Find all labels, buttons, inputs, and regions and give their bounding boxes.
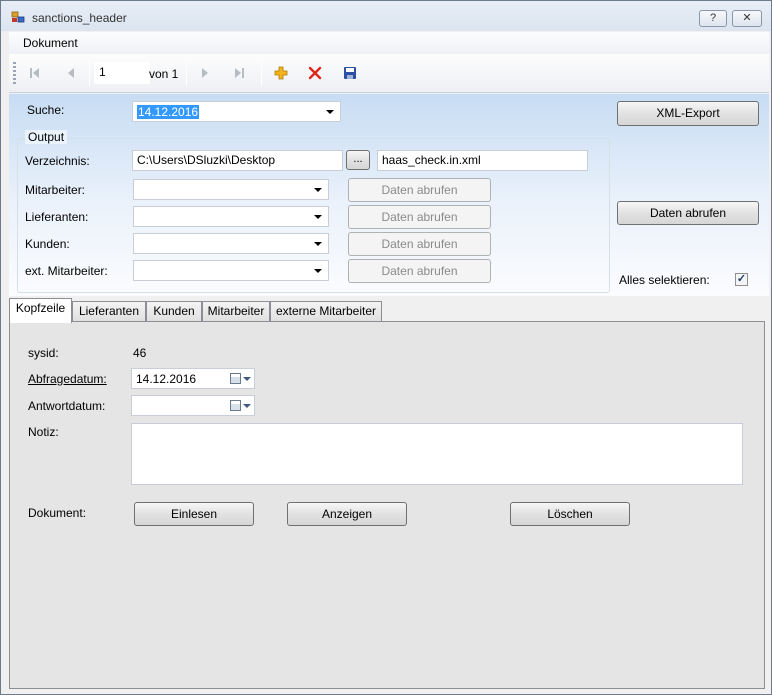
search-combobox[interactable]: 14.12.2016 (132, 101, 341, 122)
chevron-down-icon[interactable] (314, 269, 322, 273)
suppliers-combobox[interactable] (133, 206, 329, 227)
toolbar-separator (89, 60, 90, 86)
query-date-label: Abfragedatum: (28, 372, 107, 386)
answer-date-label: Antwortdatum: (28, 399, 106, 413)
toolbar-separator (186, 60, 187, 86)
count-label: von 1 (149, 67, 179, 81)
binding-navigator: 1 von 1 (9, 54, 769, 93)
search-label: Suche: (27, 103, 65, 117)
save-icon[interactable] (342, 65, 358, 81)
calendar-icon[interactable] (230, 400, 241, 411)
select-all-label: Alles selektieren: (619, 273, 710, 287)
chevron-down-icon[interactable] (314, 215, 322, 219)
chevron-down-icon[interactable] (314, 242, 322, 246)
customers-label: Kunden: (25, 237, 70, 251)
move-first-icon[interactable] (27, 65, 43, 81)
tab-externe-mitarbeiter[interactable]: externe Mitarbeiter (270, 301, 382, 322)
tab-page-kopfzeile: sysid: 46 Abfragedatum: 14.12.2016 Antwo… (9, 321, 765, 689)
fetch-external-employees-button[interactable]: Daten abrufen (348, 259, 491, 283)
output-group-legend: Output (25, 130, 68, 144)
menu-bar: Dokument (9, 32, 769, 54)
chevron-down-icon[interactable] (243, 377, 251, 381)
read-in-button[interactable]: Einlesen (134, 502, 254, 526)
query-date-picker[interactable]: 14.12.2016 (131, 368, 255, 389)
move-previous-icon[interactable] (63, 65, 79, 81)
window-title: sanctions_header (32, 11, 127, 25)
fetch-customers-button[interactable]: Daten abrufen (348, 232, 491, 256)
app-icon (11, 11, 25, 23)
main-window: sanctions_header ? ✕ Dokument 1 von 1 Su… (0, 0, 772, 695)
show-button[interactable]: Anzeigen (287, 502, 407, 526)
add-new-icon[interactable] (273, 65, 289, 81)
directory-field[interactable]: C:\Users\DSluzki\Desktop (132, 150, 343, 171)
help-button[interactable]: ? (699, 10, 727, 27)
search-value: 14.12.2016 (137, 105, 200, 119)
fetch-employees-button[interactable]: Daten abrufen (348, 178, 491, 202)
external-employees-combobox[interactable] (133, 260, 329, 281)
employees-combobox[interactable] (133, 179, 329, 200)
directory-label: Verzeichnis: (25, 154, 90, 168)
calendar-icon[interactable] (230, 373, 241, 384)
delete-icon[interactable] (307, 65, 323, 81)
employees-label: Mitarbeiter: (25, 183, 86, 197)
tab-kopfzeile[interactable]: Kopfzeile (9, 298, 72, 323)
customers-combobox[interactable] (133, 233, 329, 254)
filename-field[interactable]: haas_check.in.xml (377, 150, 588, 171)
notes-textarea[interactable] (131, 423, 743, 485)
tab-kunden[interactable]: Kunden (146, 301, 202, 322)
sysid-label: sysid: (28, 346, 59, 360)
fetch-suppliers-button[interactable]: Daten abrufen (348, 205, 491, 229)
external-employees-label: ext. Mitarbeiter: (25, 264, 108, 278)
tab-strip: Kopfzeile Lieferanten Kunden Mitarbeiter… (9, 298, 769, 323)
move-next-icon[interactable] (197, 65, 213, 81)
menu-item-dokument[interactable]: Dokument (23, 36, 78, 50)
select-all-checkbox[interactable]: ✓ (735, 273, 748, 286)
search-panel: Suche: 14.12.2016 XML-Export Output Verz… (9, 94, 769, 296)
move-last-icon[interactable] (231, 65, 247, 81)
xml-export-button[interactable]: XML-Export (617, 101, 759, 126)
sysid-value: 46 (133, 346, 147, 360)
suppliers-label: Lieferanten: (25, 210, 89, 224)
document-label: Dokument: (28, 506, 87, 520)
toolbar-grip[interactable] (13, 62, 16, 86)
toolbar-separator (261, 60, 262, 86)
position-field[interactable]: 1 (94, 62, 150, 84)
delete-document-button[interactable]: Löschen (510, 502, 630, 526)
chevron-down-icon[interactable] (243, 404, 251, 408)
chevron-down-icon[interactable] (314, 188, 322, 192)
chevron-down-icon[interactable] (326, 110, 334, 114)
title-bar: sanctions_header ? ✕ (1, 1, 771, 31)
tab-mitarbeiter[interactable]: Mitarbeiter (202, 301, 270, 322)
fetch-all-button[interactable]: Daten abrufen (617, 201, 759, 225)
close-button[interactable]: ✕ (732, 10, 762, 27)
answer-date-picker[interactable] (131, 395, 255, 416)
tab-lieferanten[interactable]: Lieferanten (72, 301, 146, 322)
browse-button[interactable]: ... (346, 150, 370, 170)
notes-label: Notiz: (28, 425, 59, 439)
